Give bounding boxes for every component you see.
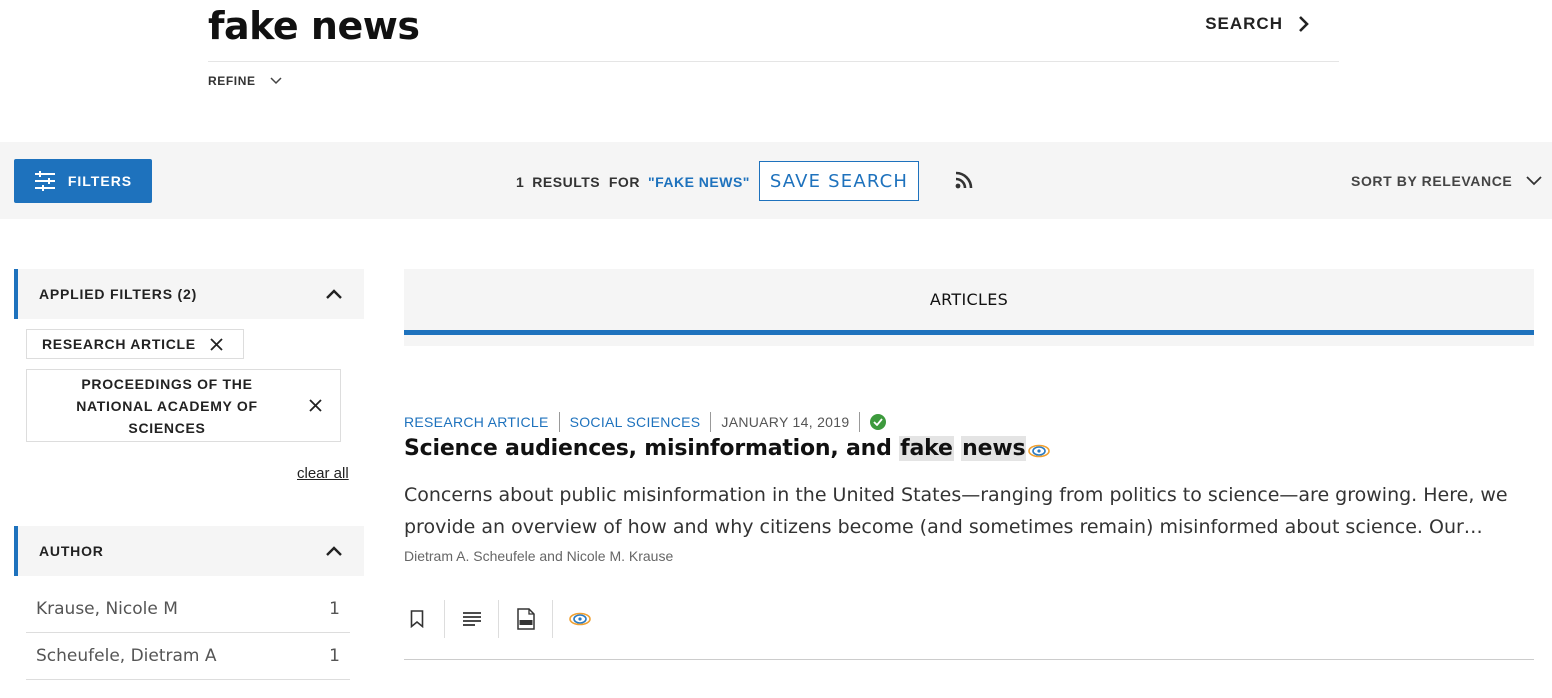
sort-dropdown[interactable]: SORT BY RELEVANCE <box>1351 173 1543 189</box>
abstract-button[interactable] <box>445 600 499 638</box>
section-link[interactable]: SOCIAL SCIENCES <box>570 414 701 430</box>
meta-divider <box>710 412 712 432</box>
check-icon <box>870 414 887 430</box>
search-bar: fake news SEARCH <box>208 0 1339 62</box>
author-filter-label: AUTHOR <box>39 543 104 559</box>
filter-chip-label: RESEARCH ARTICLE <box>42 336 196 352</box>
sort-label: SORT BY RELEVANCE <box>1351 173 1513 189</box>
filters-label: FILTERS <box>67 173 133 189</box>
altmetric-button[interactable] <box>553 600 607 638</box>
article-title-link[interactable]: Science audiences, misinformation, and f… <box>404 436 1051 461</box>
results-toolbar: FILTERS 1 RESULTS FOR "FAKE NEWS" SAVE S… <box>0 142 1552 219</box>
author-count: 1 <box>329 646 340 666</box>
clear-all-link[interactable]: clear all <box>297 465 349 482</box>
title-highlight: fake <box>899 436 954 461</box>
save-search-button[interactable]: SAVE SEARCH <box>759 161 919 201</box>
results-query: "FAKE NEWS" <box>647 174 750 190</box>
author-name: Krause, Nicole M <box>36 599 178 619</box>
close-icon[interactable] <box>210 337 223 351</box>
close-icon[interactable] <box>309 399 322 412</box>
filters-button[interactable]: FILTERS <box>14 159 152 203</box>
article-type-link[interactable]: RESEARCH ARTICLE <box>404 414 549 430</box>
author-name: Scheufele, Dietram A <box>36 646 217 666</box>
content-tabs: ARTICLES <box>404 269 1534 346</box>
result-meta: RESEARCH ARTICLE SOCIAL SCIENCES JANUARY… <box>404 412 887 432</box>
refine-label: REFINE <box>208 74 256 88</box>
applied-filters-header[interactable]: APPLIED FILTERS (2) <box>14 269 364 319</box>
article-abstract: Concerns about public misinformation in … <box>404 484 1508 538</box>
filter-chip: PROCEEDINGS OF THE NATIONAL ACADEMY OF S… <box>26 369 341 442</box>
sliders-icon <box>34 171 55 191</box>
bookmark-icon <box>410 610 424 628</box>
altmetric-icon <box>569 612 591 626</box>
article-title-text: Science audiences, misinformation, and <box>404 436 900 461</box>
filter-chip-label: PROCEEDINGS OF THE NATIONAL ACADEMY OF S… <box>76 375 258 436</box>
search-button-label: SEARCH <box>1205 14 1283 33</box>
result-actions <box>404 600 607 638</box>
bookmark-button[interactable] <box>404 600 445 638</box>
results-summary: 1 RESULTS FOR "FAKE NEWS" <box>516 174 750 190</box>
article-authors: Dietram A. Scheufele and Nicole M. Kraus… <box>404 548 674 564</box>
chevron-down-icon <box>1526 176 1543 186</box>
pdf-button[interactable] <box>499 600 553 638</box>
pdf-icon <box>516 608 535 630</box>
chevron-up-icon <box>326 546 342 556</box>
rss-icon[interactable] <box>955 171 973 189</box>
tab-articles[interactable]: ARTICLES <box>404 269 1534 335</box>
title-highlight: news <box>961 436 1027 461</box>
applied-filters-label: APPLIED FILTERS (2) <box>39 286 198 302</box>
author-facet-item[interactable]: Krause, Nicole M 1 <box>26 586 350 633</box>
chevron-down-icon <box>270 77 282 85</box>
altmetric-icon <box>1028 444 1051 457</box>
author-filter-header[interactable]: AUTHOR <box>14 526 364 576</box>
meta-divider <box>558 412 560 432</box>
result-count: 1 <box>516 174 525 190</box>
filter-chip: RESEARCH ARTICLE <box>26 329 244 359</box>
title-space <box>954 436 961 461</box>
chevron-right-icon <box>1299 16 1309 32</box>
chevron-up-icon <box>326 289 342 299</box>
publication-date: JANUARY 14, 2019 <box>721 414 850 430</box>
results-for-label: RESULTS FOR <box>532 174 640 190</box>
search-query-text[interactable]: fake news <box>208 4 420 48</box>
result-divider <box>404 659 1534 660</box>
meta-divider <box>859 412 861 432</box>
refine-toggle[interactable]: REFINE <box>208 74 282 88</box>
author-facet-item[interactable]: Scheufele, Dietram A 1 <box>26 633 350 680</box>
text-lines-icon <box>462 612 481 626</box>
search-button[interactable]: SEARCH <box>1205 14 1311 34</box>
author-count: 1 <box>329 599 340 619</box>
